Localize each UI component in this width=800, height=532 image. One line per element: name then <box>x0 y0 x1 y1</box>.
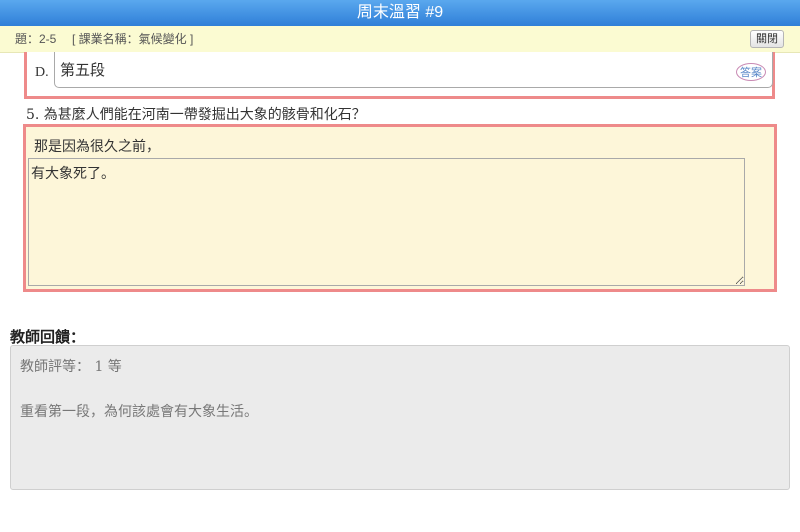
teacher-feedback-box: 教師評等： 1 等 重看第一段，為何該處會有大象生活。 <box>10 345 790 490</box>
question-5-text: 5. 為甚麼人們能在河南一帶發掘出大象的骸骨和化石？ <box>26 107 366 123</box>
option-d-field[interactable]: 第五段 答案 <box>54 52 773 88</box>
option-d-value: 第五段 <box>60 61 106 79</box>
info-bar: 題：2-5 [ 課業名稱：氣候變化 ] 關閉 <box>0 26 800 53</box>
course-name: [ 課業名稱：氣候變化 ] <box>72 32 194 46</box>
feedback-title: 教師回饋： <box>10 329 86 346</box>
option-d-container: D. 第五段 答案 <box>24 52 775 99</box>
question-range: 題：2-5 <box>15 32 57 46</box>
question-5-answer-box: 那是因為很久之前， 有大象死了。 <box>23 124 777 292</box>
answer-textarea[interactable]: 有大象死了。 <box>28 158 745 286</box>
answer-lead-text: 那是因為很久之前， <box>34 139 160 155</box>
answer-stamp-icon: 答案 <box>736 63 766 81</box>
window-title: 周末溫習 #9 <box>0 0 800 26</box>
feedback-comment: 重看第一段，為何該處會有大象生活。 <box>20 404 258 420</box>
option-letter: D. <box>35 65 49 80</box>
feedback-grade: 教師評等： 1 等 <box>20 359 122 375</box>
close-button[interactable]: 關閉 <box>750 30 784 48</box>
